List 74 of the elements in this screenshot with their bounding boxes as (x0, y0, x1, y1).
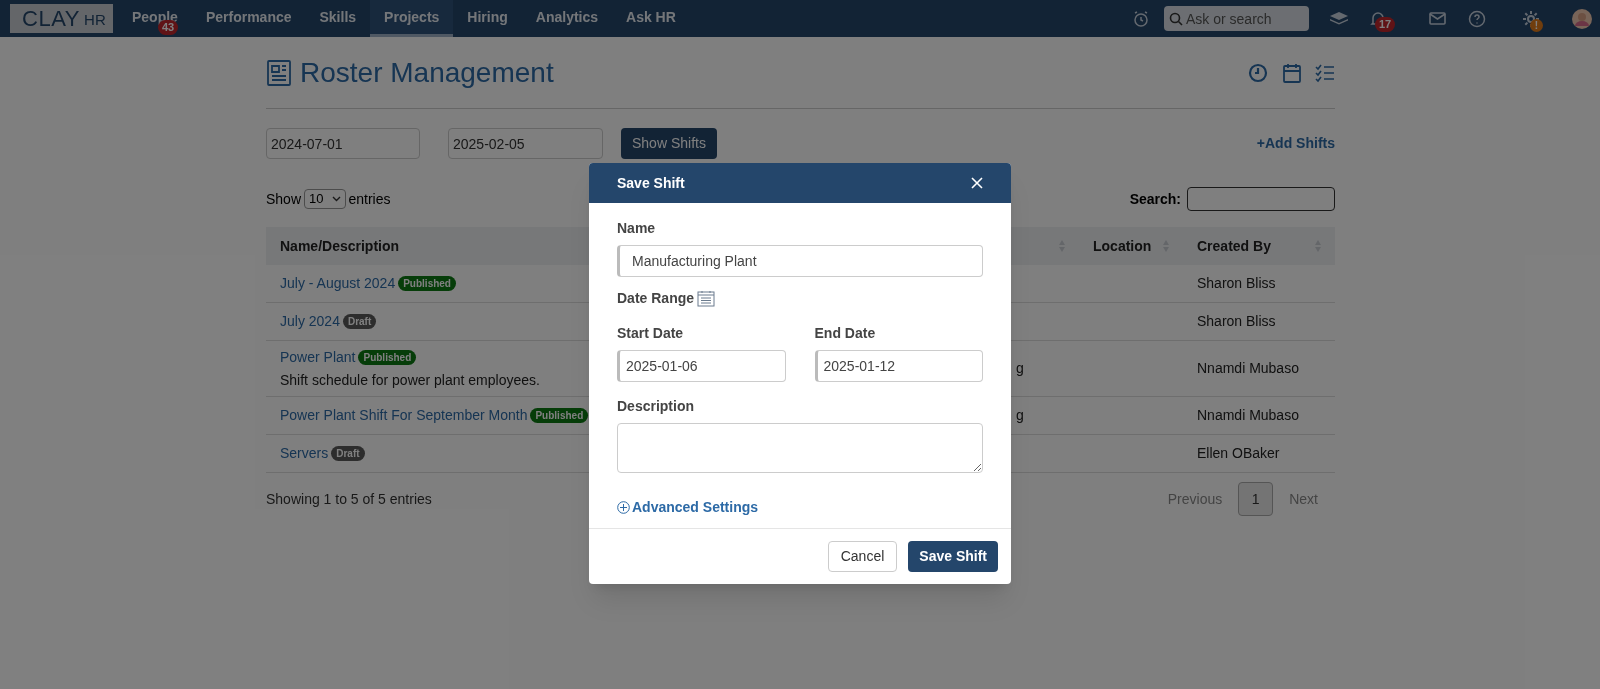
mail-icon[interactable] (1429, 12, 1446, 25)
calendar-icon[interactable] (697, 290, 716, 307)
dialog-title: Save Shift (617, 173, 685, 193)
logo[interactable]: CLAY HR (10, 4, 113, 33)
nav-link[interactable]: Performance (191, 0, 306, 37)
add-shifts-link[interactable]: +Add Shifts (1256, 133, 1335, 154)
field-label: Description (617, 397, 695, 416)
previous-link[interactable]: Previous (1167, 488, 1223, 510)
next-link[interactable]: Next (1289, 488, 1318, 510)
column-header[interactable]: Created By (1197, 235, 1271, 257)
field-label: End Date (814, 324, 877, 343)
search-icon (1169, 12, 1183, 26)
status-badge: Draft (342, 314, 377, 329)
table-cell: Nnamdi Mubaso (1197, 360, 1299, 376)
table-cell: Ellen OBaker (1197, 445, 1280, 461)
column-header[interactable]: Name/Description (280, 235, 400, 257)
table-cell: Sharon Bliss (1197, 313, 1276, 329)
status-badge: Published (358, 349, 417, 365)
status-badge: Draft (331, 446, 365, 461)
start-date-field[interactable]: 2024-07-01 (266, 128, 420, 159)
entries-label: entries (348, 189, 391, 209)
avatar[interactable] (1572, 8, 1592, 29)
cancel-button[interactable]: Cancel (827, 541, 898, 572)
column-header[interactable]: Location (1093, 235, 1152, 257)
alert-badge: ! (1530, 18, 1543, 32)
roster-link[interactable]: July 2024 (280, 311, 340, 332)
nav-link[interactable]: Ask HR (612, 0, 690, 37)
field-label: Start Date (617, 324, 685, 343)
show-shifts-button[interactable]: Show Shifts (621, 128, 717, 159)
roster-description: Shift schedule for power plant employees. (280, 370, 541, 390)
end-date-field[interactable]: 2025-01-12 (814, 350, 983, 382)
checklist-icon[interactable] (1315, 62, 1335, 83)
count-badge: 17 (1375, 16, 1396, 32)
show-label: Show (266, 189, 302, 209)
page-link[interactable]: 1 (1238, 482, 1274, 516)
logo-suffix: HR (84, 10, 106, 31)
description-field[interactable] (617, 423, 983, 473)
help-icon[interactable] (1468, 9, 1486, 28)
save-shift-button[interactable]: Save Shift (908, 541, 998, 572)
table-info: Showing 1 to 5 of 5 entries (266, 489, 432, 509)
status-badge: Published (398, 276, 456, 291)
table-search-field[interactable] (1187, 187, 1335, 211)
roster-link[interactable]: Power Plant (280, 346, 356, 368)
close-icon[interactable] (971, 177, 983, 189)
end-date-field[interactable]: 2025-02-05 (448, 128, 603, 159)
plus-circle-icon[interactable] (617, 501, 630, 514)
document-icon (266, 58, 292, 87)
roster-link[interactable]: July - August 2024 (280, 273, 396, 294)
name-field[interactable]: Manufacturing Plant (617, 245, 983, 277)
nav-link[interactable]: Projects (370, 0, 454, 37)
table-cell: g (1016, 360, 1024, 376)
table-cell: Nnamdi Mubaso (1197, 407, 1299, 423)
calendar-icon[interactable] (1283, 62, 1301, 83)
start-date-field[interactable]: 2025-01-06 (617, 350, 786, 382)
clock-icon[interactable] (1248, 62, 1268, 83)
roster-link[interactable]: Servers (280, 443, 329, 464)
field-label: Name (617, 219, 657, 238)
alarm-clock-icon[interactable] (1132, 9, 1150, 28)
nav-link[interactable]: Hiring (453, 0, 522, 37)
search-label: Search: (1129, 189, 1181, 209)
page-size-select[interactable]: 10 (304, 189, 346, 209)
table-cell: Sharon Bliss (1197, 275, 1276, 291)
layers-icon[interactable] (1329, 10, 1349, 27)
logo-text: CLAY (22, 7, 81, 30)
table-cell: g (1016, 407, 1024, 423)
roster-link[interactable]: Power Plant Shift For September Month (280, 405, 528, 426)
settings-icon[interactable] (1522, 9, 1540, 28)
page-title: Roster Management (300, 55, 554, 90)
search-field[interactable]: Ask or search (1164, 6, 1309, 31)
status-badge: Published (530, 408, 589, 423)
advanced-settings-link[interactable]: Advanced Settings (632, 497, 759, 518)
caret-icon (331, 196, 341, 202)
nav-link[interactable]: Analytics (521, 0, 613, 37)
field-label: Date Range (617, 289, 695, 308)
